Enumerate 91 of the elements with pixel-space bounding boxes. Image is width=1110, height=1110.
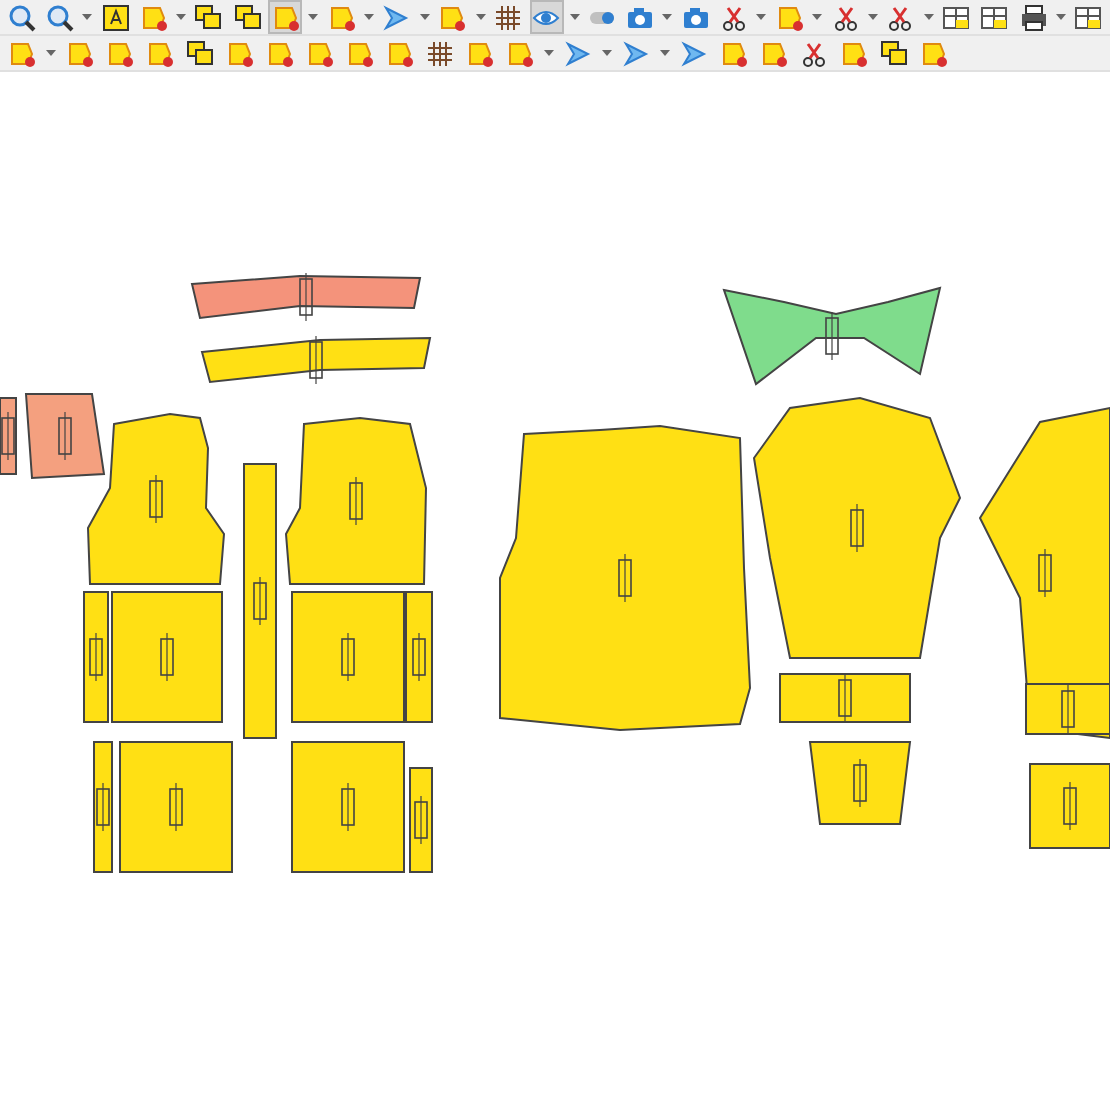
pattern-piece[interactable]	[111, 591, 223, 723]
pattern-piece[interactable]	[291, 741, 405, 873]
stacked-squares-icon	[186, 39, 214, 67]
caret-icon	[1055, 14, 1066, 20]
pattern-piece-icon	[840, 39, 868, 67]
pattern-piece-icon	[438, 3, 467, 31]
zoom-icon	[45, 3, 74, 31]
toolbar-button[interactable]	[230, 0, 265, 34]
stacked-squares-icon	[194, 3, 223, 31]
caret-icon	[660, 50, 670, 56]
pattern-piece-icon	[66, 39, 94, 67]
caret-icon	[602, 50, 612, 56]
caret-icon	[868, 14, 879, 20]
pattern-piece[interactable]	[200, 335, 432, 385]
pattern-piece-icon	[139, 3, 168, 31]
pattern-piece[interactable]	[93, 741, 113, 873]
pattern-piece-icon	[266, 39, 294, 67]
grid-icon	[493, 3, 522, 31]
caret-icon	[475, 14, 486, 20]
pattern-piece-icon	[146, 39, 174, 67]
toolbar-button[interactable]	[97, 0, 133, 34]
caret-icon	[569, 14, 580, 20]
caret-icon	[756, 14, 767, 20]
pattern-piece[interactable]	[722, 286, 942, 386]
pattern-piece[interactable]	[1025, 683, 1110, 735]
pattern-piece[interactable]	[499, 425, 751, 731]
pattern-piece-icon	[346, 39, 374, 67]
pattern-piece-icon	[106, 39, 134, 67]
pattern-piece[interactable]	[779, 673, 911, 723]
pattern-piece[interactable]	[405, 591, 433, 723]
pattern-piece-icon	[386, 39, 414, 67]
arrow-icon	[622, 39, 650, 67]
pattern-piece[interactable]	[119, 741, 233, 873]
scissors-icon	[720, 3, 749, 31]
caret-icon	[308, 14, 319, 20]
caret-icon	[82, 14, 93, 20]
pattern-piece[interactable]	[284, 417, 427, 585]
zoom-icon	[7, 3, 36, 31]
scissors-icon	[886, 3, 915, 31]
pattern-piece[interactable]	[808, 741, 912, 825]
table-icon	[980, 3, 1009, 31]
caret-icon	[662, 14, 673, 20]
camera-icon	[626, 3, 655, 31]
toolbar-button[interactable]	[490, 0, 526, 34]
arrow-icon	[564, 39, 592, 67]
toolbar-button[interactable]	[191, 0, 227, 34]
toolbar-button[interactable]	[4, 0, 39, 34]
caret-icon	[363, 14, 374, 20]
table-icon	[1074, 3, 1103, 31]
caret-icon	[544, 50, 554, 56]
pattern-piece[interactable]	[752, 396, 962, 659]
pattern-piece[interactable]	[243, 463, 277, 739]
caret-icon	[923, 14, 934, 20]
pattern-piece[interactable]	[1029, 763, 1110, 849]
arrow-icon	[680, 39, 708, 67]
pattern-piece-icon	[327, 3, 356, 31]
arrow-icon	[382, 3, 411, 31]
toolbar-button[interactable]	[422, 36, 458, 70]
scissors-icon	[831, 3, 860, 31]
pattern-piece[interactable]	[24, 393, 106, 480]
stacked-squares-icon	[880, 39, 908, 67]
pattern-piece-icon	[306, 39, 334, 67]
pattern-piece[interactable]	[409, 767, 433, 873]
toolbar-button[interactable]	[876, 36, 912, 70]
pattern-piece-icon	[760, 39, 788, 67]
pattern-piece[interactable]	[0, 397, 17, 475]
stacked-squares-icon	[233, 3, 262, 31]
caret-icon	[46, 50, 56, 56]
printer-icon	[1019, 3, 1048, 31]
pattern-piece[interactable]	[190, 272, 422, 322]
grid-icon	[426, 39, 454, 67]
pattern-piece-icon	[226, 39, 254, 67]
pattern-piece[interactable]	[87, 413, 226, 585]
text-icon	[101, 3, 130, 31]
caret-icon	[176, 14, 187, 20]
camera-icon	[681, 3, 710, 31]
toolbar-button[interactable]	[182, 36, 218, 70]
pattern-piece-icon	[775, 3, 804, 31]
table-icon	[942, 3, 971, 31]
pattern-piece[interactable]	[291, 591, 405, 723]
scissors-icon	[800, 39, 828, 67]
caret-icon	[812, 14, 823, 20]
pattern-piece-icon	[466, 39, 494, 67]
pattern-piece[interactable]	[83, 591, 109, 723]
pattern-piece-icon	[720, 39, 748, 67]
pattern-piece-icon	[920, 39, 948, 67]
pattern-piece-icon	[506, 39, 534, 67]
toolbar-button[interactable]	[42, 0, 77, 34]
caret-icon	[419, 14, 430, 20]
pattern-piece-icon	[271, 3, 300, 31]
pattern-piece-icon	[8, 39, 36, 67]
